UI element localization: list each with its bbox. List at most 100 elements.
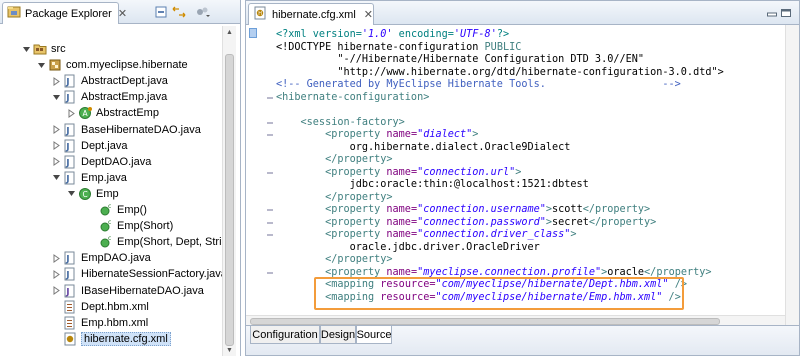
tree-item-label: Emp() <box>117 204 147 216</box>
tree-vertical-scrollbar[interactable]: ▲ ▼ <box>222 26 236 356</box>
code-token: name= <box>386 166 418 178</box>
code-token: "connection.driver_class" <box>417 229 571 240</box>
tree-item-label: HibernateSessionFactory.java <box>81 268 222 281</box>
tree-item[interactable]: J AbstractDept.java <box>52 73 168 89</box>
horizontal-scrollbar-thumb[interactable] <box>250 318 720 325</box>
tree-item-label: Dept.hbm.xml <box>81 300 149 313</box>
collapsed-twisty-icon[interactable] <box>67 108 76 118</box>
editor-vertical-scrollbar[interactable] <box>785 25 799 327</box>
java-file-icon: J <box>63 267 77 281</box>
tree-item[interactable]: c Emp(Short, Dept, Strir <box>88 234 222 250</box>
tree-item[interactable]: C Emp <box>67 186 119 202</box>
scroll-down-arrow-icon[interactable]: ▼ <box>223 344 236 356</box>
page-tab-source[interactable]: Source <box>356 326 392 344</box>
tree-item[interactable]: c Emp() <box>88 202 147 218</box>
code-token: </property> <box>588 216 657 228</box>
fold-toggle-icon[interactable] <box>266 269 274 277</box>
expanded-twisty-icon[interactable] <box>22 45 31 54</box>
tree-item-label: Emp <box>96 187 119 200</box>
tree-item[interactable]: J AbstractEmp.java <box>52 89 167 105</box>
expanded-twisty-icon[interactable] <box>52 93 61 102</box>
java-file-icon: J <box>63 171 77 185</box>
code-token: "http://www.hibernate.org/dtd/hibernate-… <box>276 66 724 78</box>
collapse-all-icon[interactable] <box>155 6 167 18</box>
tree-item-label: Emp.java <box>81 171 127 184</box>
collapsed-twisty-icon[interactable] <box>52 253 61 263</box>
tree-item[interactable]: J EmpDAO.java <box>52 250 151 266</box>
page-tab-configuration[interactable]: Configuration <box>250 326 320 344</box>
tree-item[interactable]: c Emp(Short) <box>88 218 173 234</box>
tree-item[interactable]: A AbstractEmp <box>67 105 159 121</box>
code-token: </property> <box>276 254 393 265</box>
code-token: > <box>515 166 522 178</box>
tree-item[interactable]: src <box>22 41 66 57</box>
code-token: name= <box>386 229 418 240</box>
maximize-icon[interactable] <box>781 8 791 17</box>
tree-item[interactable]: com.myeclipse.hibernate <box>37 57 188 73</box>
expanded-twisty-icon[interactable] <box>37 61 46 70</box>
minimize-icon[interactable] <box>767 8 777 17</box>
package-explorer-tab-label: Package Explorer <box>25 7 112 20</box>
collapsed-twisty-icon[interactable] <box>52 125 61 134</box>
collapsed-twisty-icon[interactable] <box>52 76 61 86</box>
package-tree[interactable]: src com.myeclipse.hibernate J AbstractDept.… <box>0 28 222 356</box>
code-line: org.hibernate.dialect.Oracle9Dialect <box>276 141 571 155</box>
expanded-twisty-icon[interactable] <box>67 189 76 198</box>
package-explorer-tab[interactable]: Package Explorer ✕ <box>2 2 127 24</box>
tree-item[interactable]: J Dept.java <box>52 138 127 154</box>
code-token: oracle.jdbc.driver.OracleDriver <box>276 241 540 253</box>
code-token: <property <box>276 266 387 278</box>
svg-text:J: J <box>65 174 69 184</box>
tree-item[interactable]: J Emp.java <box>52 170 127 186</box>
view-menu-icon[interactable] <box>196 6 210 18</box>
code-token: '1.0' <box>361 29 393 40</box>
svg-text:A: A <box>83 109 89 118</box>
tree-item-label: EmpDAO.java <box>81 252 151 265</box>
link-with-editor-icon[interactable] <box>172 6 186 18</box>
tree-item[interactable]: Dept.hbm.xml <box>52 299 149 315</box>
code-line: <property name="connection.password">sec… <box>276 217 656 230</box>
tree-item[interactable]: J IBaseHibernateDAO.java <box>52 283 204 299</box>
fold-toggle-icon[interactable] <box>266 169 274 177</box>
tree-item[interactable]: hibernate.cfg.xml <box>52 331 171 347</box>
fold-toggle-icon[interactable] <box>266 206 274 214</box>
fold-toggle-icon[interactable] <box>266 119 274 127</box>
fold-toggle-icon[interactable] <box>266 219 274 227</box>
code-token: <property <box>276 229 387 240</box>
scrollbar-thumb[interactable] <box>225 54 234 346</box>
expanded-twisty-icon[interactable] <box>52 173 61 182</box>
collapsed-twisty-icon[interactable] <box>52 141 61 151</box>
fold-toggle-icon[interactable] <box>266 131 274 139</box>
code-token: jdbc:oracle:thin:@localhost:1521:dbtest <box>276 179 589 190</box>
tree-item[interactable]: J DeptDAO.java <box>52 154 151 170</box>
code-token: encoding= <box>392 29 454 40</box>
constructor-icon: c <box>99 219 113 233</box>
code-line: "-//Hibernate/Hibernate Configuration DT… <box>276 54 644 67</box>
tree-item[interactable]: J BaseHibernateDAO.java <box>52 122 201 138</box>
tree-item[interactable]: Emp.hbm.xml <box>52 315 148 331</box>
editor-tab-hibernate-cfg[interactable]: H hibernate.cfg.xml ✕ <box>248 3 374 25</box>
editor-page-tabs: Configuration Design Source <box>246 325 799 355</box>
collapsed-twisty-icon[interactable] <box>52 157 61 167</box>
close-icon[interactable]: ✕ <box>364 8 373 21</box>
tree-item-label: AbstractEmp <box>96 107 159 120</box>
fold-toggle-icon[interactable] <box>266 231 274 239</box>
svg-text:J: J <box>65 158 69 168</box>
close-icon[interactable]: ✕ <box>118 7 127 20</box>
tree-item-label: AbstractEmp.java <box>81 91 168 104</box>
package-explorer-icon <box>7 5 21 22</box>
page-tab-design[interactable]: Design <box>320 326 356 344</box>
code-token: org.hibernate.dialect.Oracle9Dialect <box>276 141 571 153</box>
tree-item[interactable]: J HibernateSessionFactory.java <box>52 266 222 282</box>
tree-item-label: Dept.java <box>81 139 128 152</box>
scroll-up-arrow-icon[interactable]: ▲ <box>223 26 236 38</box>
tree-item-label: com.myeclipse.hibernate <box>66 59 188 72</box>
package-icon <box>48 58 62 72</box>
collapsed-twisty-icon[interactable] <box>52 269 61 279</box>
fold-toggle-icon[interactable] <box>266 94 274 102</box>
collapsed-twisty-icon[interactable] <box>52 286 61 295</box>
